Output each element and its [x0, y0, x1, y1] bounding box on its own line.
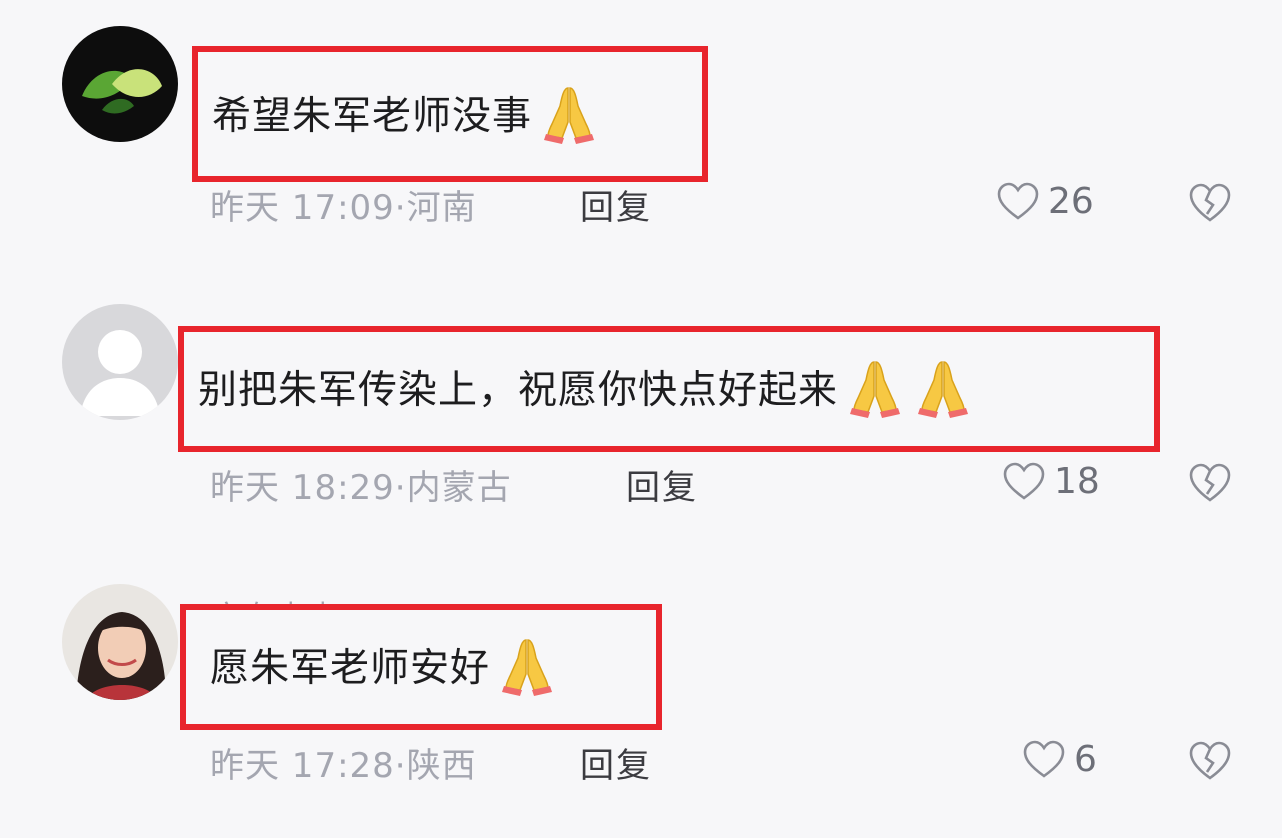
comment-item: 家有点点 愿朱军老师安好 昨天 17:28·陕西 回复 6 — [0, 558, 1282, 838]
comment-text: 希望朱军老师没事 — [212, 94, 533, 139]
like-button[interactable]: 6 — [1022, 738, 1097, 780]
comment-item: 魏府玉女 希望朱军老师没事 昨天 17:09·河南 回复 26 — [0, 0, 1282, 280]
broken-heart-icon[interactable] — [1188, 738, 1232, 782]
highlight-box: 希望朱军老师没事 — [192, 46, 708, 182]
comment-text-row: 愿朱军老师安好 — [210, 634, 558, 696]
heart-icon — [1023, 740, 1065, 778]
broken-heart-icon[interactable] — [1188, 180, 1232, 224]
like-count: 6 — [1074, 738, 1097, 780]
separator: · — [394, 746, 407, 786]
like-count: 18 — [1054, 460, 1100, 502]
comment-location: 河南 — [406, 188, 477, 228]
highlight-box: 别把朱军传染上，祝愿你快点好起来 — [178, 326, 1160, 452]
comment-meta: 昨天 17:09·河南 — [210, 180, 477, 229]
comment-text: 别把朱军传染上，祝愿你快点好起来 — [198, 368, 839, 413]
folded-hands-icon — [849, 361, 901, 418]
avatar[interactable] — [62, 304, 178, 420]
folded-hands-icon — [543, 87, 595, 144]
reply-button[interactable]: 回复 — [580, 180, 652, 229]
folded-hands-icon — [501, 639, 553, 696]
avatar[interactable] — [62, 584, 178, 700]
heart-icon — [1003, 462, 1045, 500]
avatar[interactable] — [62, 26, 178, 142]
heart-icon — [997, 182, 1039, 220]
comment-meta: 昨天 18:29·内蒙古 — [210, 460, 512, 509]
comment-location: 陕西 — [406, 746, 477, 786]
comment-time: 昨天 18:29 — [210, 468, 395, 508]
comment-meta: 昨天 17:28·陕西 — [210, 738, 477, 787]
like-count: 26 — [1048, 180, 1094, 222]
highlight-box: 愿朱军老师安好 — [180, 604, 662, 730]
reply-button[interactable]: 回复 — [580, 738, 652, 787]
comment-location: 内蒙古 — [406, 468, 512, 508]
like-button[interactable]: 18 — [1002, 460, 1100, 502]
reply-button[interactable]: 回复 — [626, 460, 698, 509]
comment-time: 昨天 17:28 — [210, 746, 395, 786]
comment-text-row: 希望朱军老师没事 — [212, 82, 600, 144]
comment-item: ggsjl 别把朱军传染上，祝愿你快点好起来 昨天 18:29·内蒙古 回复 1… — [0, 280, 1282, 560]
folded-hands-icon — [917, 361, 969, 418]
broken-heart-icon[interactable] — [1188, 460, 1232, 504]
separator: · — [394, 468, 407, 508]
comment-time: 昨天 17:09 — [210, 188, 395, 228]
comment-text-row: 别把朱军传染上，祝愿你快点好起来 — [198, 356, 974, 418]
separator: · — [394, 188, 407, 228]
comment-text: 愿朱军老师安好 — [210, 646, 491, 691]
like-button[interactable]: 26 — [996, 180, 1094, 222]
